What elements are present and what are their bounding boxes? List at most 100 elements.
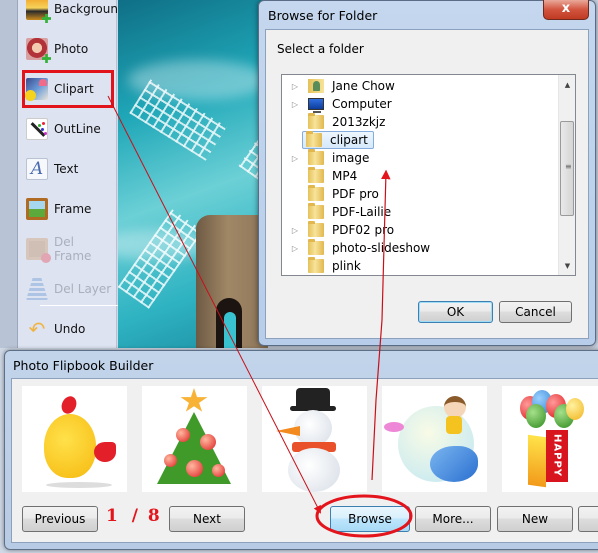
frame-icon xyxy=(26,198,48,220)
new-button[interactable]: New xyxy=(497,506,573,532)
expand-arrow-icon[interactable]: ▷ xyxy=(288,244,302,253)
tree-item-label: photo-slideshow xyxy=(332,241,431,255)
tool-outline[interactable]: OutLine xyxy=(24,112,112,146)
tool-label: Undo xyxy=(54,322,86,336)
clipart-thumb-happy-balloons[interactable]: HAPPY xyxy=(502,386,598,492)
tree-item-label: 2013zkjz xyxy=(332,115,386,129)
tree-item[interactable]: PDF-Lailie xyxy=(282,203,394,221)
tree-item-label: PDF-Lailie xyxy=(332,205,392,219)
tool-clipart[interactable]: Clipart xyxy=(22,70,114,108)
browse-button[interactable]: Browse xyxy=(330,506,410,532)
clipart-icon xyxy=(25,78,48,101)
folder-icon xyxy=(308,185,324,201)
tree-item[interactable]: ▷ PDF02 pro xyxy=(282,221,397,239)
computer-icon xyxy=(308,98,324,113)
toolbar-separator xyxy=(40,305,128,306)
tree-item-label: PDF pro xyxy=(332,187,379,201)
tool-label: Background xyxy=(54,2,126,16)
expand-arrow-icon[interactable]: ▷ xyxy=(288,82,302,91)
folder-icon xyxy=(308,203,324,219)
tree-item-label: Jane Chow xyxy=(332,79,395,93)
tree-item[interactable]: MP4 xyxy=(282,167,360,185)
folder-icon xyxy=(308,149,324,165)
folder-icon xyxy=(308,239,324,255)
windmill-door-light xyxy=(224,312,236,348)
tree-item[interactable]: ▷ photo-slideshow xyxy=(282,239,433,257)
page-current: 1 xyxy=(106,506,119,526)
tool-label: Frame xyxy=(54,202,92,216)
tree-item[interactable]: ▷ Computer xyxy=(282,95,395,113)
scroll-up-arrow-icon[interactable]: ▲ xyxy=(559,77,575,94)
tree-item-label: clipart xyxy=(330,133,368,147)
dialog-title: Browse for Folder xyxy=(268,8,378,23)
tree-item-label: PDF02 pro xyxy=(332,223,395,237)
vertical-scrollbar[interactable]: ▲ ≡ ▼ xyxy=(558,75,575,275)
window-frame-edge xyxy=(0,0,18,348)
photo-add-icon xyxy=(26,38,51,63)
undo-icon: ↶ xyxy=(28,317,46,341)
next-button[interactable]: Next xyxy=(169,506,245,532)
scrollbar-thumb[interactable]: ≡ xyxy=(560,121,574,216)
tree-item-label: Computer xyxy=(332,97,392,111)
tool-label: Text xyxy=(54,162,79,176)
background-add-icon xyxy=(26,0,51,23)
clipart-thumb-christmas-tree[interactable] xyxy=(142,386,247,492)
previous-button[interactable]: Previous xyxy=(22,506,98,532)
expand-arrow-icon[interactable]: ▷ xyxy=(288,226,302,235)
folder-icon xyxy=(308,113,324,129)
folder-icon xyxy=(308,167,324,183)
canvas-preview-windmill[interactable] xyxy=(118,0,268,348)
tool-background[interactable]: Background xyxy=(24,0,126,26)
tool-label: Photo xyxy=(54,42,89,56)
tree-item[interactable]: 2013zkjz xyxy=(282,113,388,131)
tool-label: Clipart xyxy=(54,82,94,96)
balloon-banner-text: HAPPY xyxy=(551,434,563,478)
scroll-down-arrow-icon[interactable]: ▼ xyxy=(559,258,575,275)
tree-item[interactable]: PDF pro xyxy=(282,185,382,203)
dialog-prompt: Select a folder xyxy=(277,42,364,56)
tool-frame[interactable]: Frame xyxy=(24,192,112,226)
tree-item[interactable]: ▷ image xyxy=(282,149,372,167)
tool-photo[interactable]: Photo xyxy=(24,32,112,66)
clipart-thumb-yellow-chick[interactable] xyxy=(22,386,127,492)
clipart-panel: HAPPY Previous 1 / 8 Next Browse More...… xyxy=(11,378,598,543)
grip-icon: ≡ xyxy=(565,162,572,171)
cancel-button[interactable]: Cancel xyxy=(499,301,572,323)
clipart-thumb-snowman[interactable] xyxy=(262,386,367,492)
close-button[interactable]: x xyxy=(543,0,589,20)
ok-button[interactable]: OK xyxy=(418,301,493,323)
windmill-blade xyxy=(118,209,204,309)
tool-label: Del Frame xyxy=(54,235,92,263)
folder-tree[interactable]: ▷ Jane Chow ▷ Computer 2013zkjz clipart xyxy=(281,74,576,276)
tool-del-layer: Del Layer xyxy=(24,272,112,306)
page-indicator: 1 / 8 xyxy=(106,506,161,526)
photo-flipbook-builder-window: Photo Flipbook Builder HAPPY Previous 1 … xyxy=(4,350,598,550)
delete-frame-icon xyxy=(26,238,51,263)
folder-icon xyxy=(308,221,324,237)
browse-for-folder-dialog: Browse for Folder x Select a folder ▷ Ja… xyxy=(258,0,596,346)
tree-item-label: plink xyxy=(332,259,361,273)
page-separator: / xyxy=(131,506,139,526)
user-folder-icon xyxy=(308,79,324,93)
tool-sidebar: Background Photo Clipart OutLine A Text … xyxy=(18,0,128,348)
close-icon: x xyxy=(561,1,571,16)
tree-item-selected[interactable]: clipart xyxy=(282,131,374,149)
tool-label: OutLine xyxy=(54,122,101,136)
tool-text[interactable]: A Text xyxy=(24,152,112,186)
delete-layer-icon xyxy=(26,278,48,300)
text-icon: A xyxy=(26,158,48,180)
clipart-thumb-girl-on-bird[interactable] xyxy=(382,386,487,492)
window-title: Photo Flipbook Builder xyxy=(13,358,154,373)
tool-del-frame: Del Frame xyxy=(24,232,112,266)
tree-item-label: MP4 xyxy=(332,169,358,183)
tool-undo[interactable]: ↶ Undo xyxy=(24,312,112,346)
tree-item[interactable]: ▷ Jane Chow xyxy=(282,77,398,95)
extra-button-partial[interactable] xyxy=(578,506,598,532)
tree-item[interactable]: plink xyxy=(282,257,364,275)
expand-arrow-icon[interactable]: ▷ xyxy=(288,100,302,109)
more-button[interactable]: More... xyxy=(415,506,491,532)
folder-icon xyxy=(308,257,324,273)
expand-arrow-icon[interactable]: ▷ xyxy=(288,154,302,163)
tree-item-label: image xyxy=(332,151,370,165)
dialog-body: Select a folder ▷ Jane Chow ▷ Computer 2… xyxy=(265,29,589,339)
